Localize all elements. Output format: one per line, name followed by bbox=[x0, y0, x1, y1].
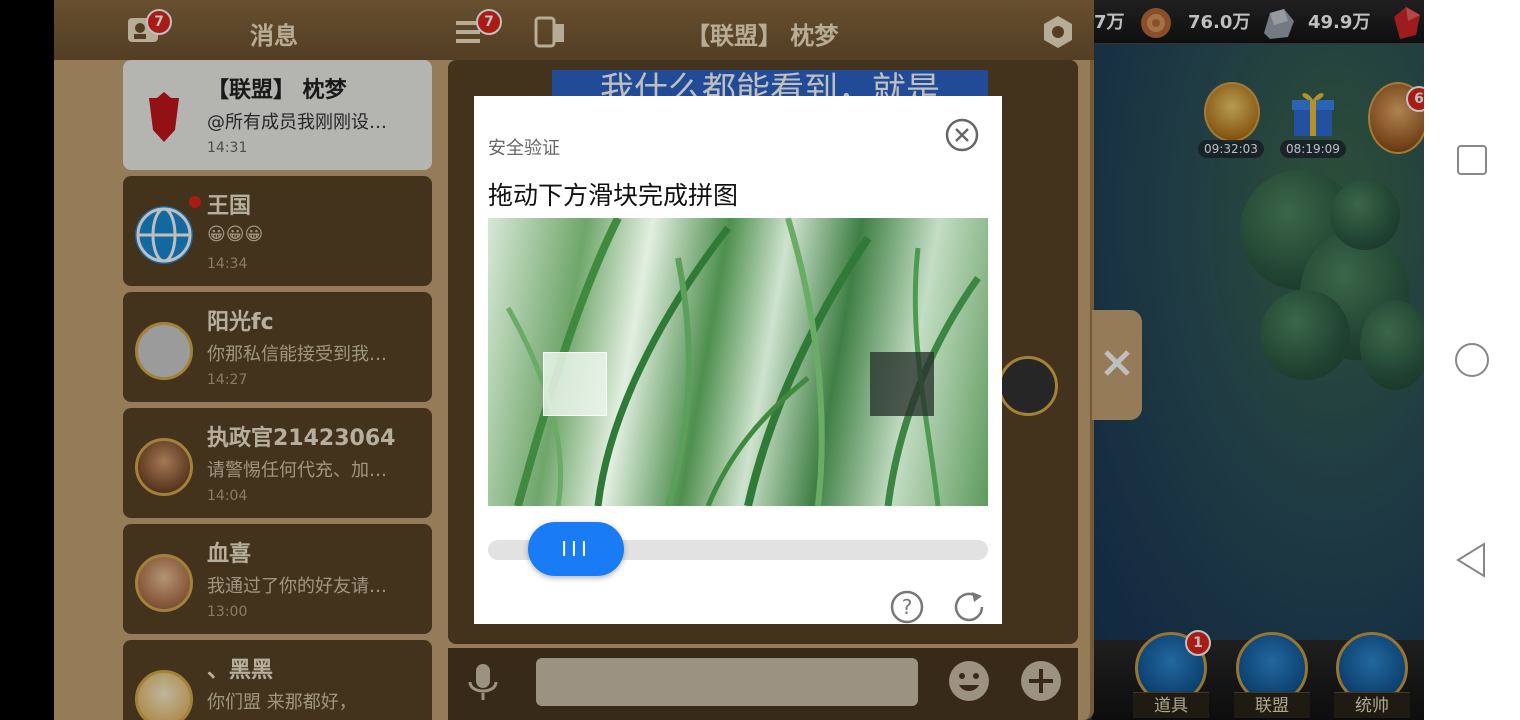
recent-apps-icon[interactable] bbox=[1454, 142, 1490, 178]
system-nav-bar bbox=[1424, 0, 1520, 720]
captcha-dialog: 安全验证 拖动下方滑块完成拼图 III ? bbox=[474, 96, 1002, 624]
refresh-icon[interactable] bbox=[952, 590, 988, 624]
puzzle-target-slot bbox=[870, 352, 934, 416]
close-icon[interactable] bbox=[945, 118, 979, 152]
captcha-title: 拖动下方滑块完成拼图 bbox=[488, 181, 739, 210]
captcha-hint: 安全验证 bbox=[488, 138, 560, 159]
screen: 7万 76.0万 49.9万 09:32:03 08:19:09 6 道具 1 bbox=[0, 0, 1520, 720]
back-icon[interactable] bbox=[1454, 542, 1490, 578]
home-icon[interactable] bbox=[1454, 342, 1490, 378]
puzzle-piece[interactable] bbox=[543, 352, 607, 416]
puzzle-image bbox=[488, 218, 988, 506]
slider-handle[interactable]: III bbox=[528, 522, 624, 576]
help-icon[interactable]: ? bbox=[890, 590, 926, 624]
svg-text:?: ? bbox=[902, 595, 913, 619]
